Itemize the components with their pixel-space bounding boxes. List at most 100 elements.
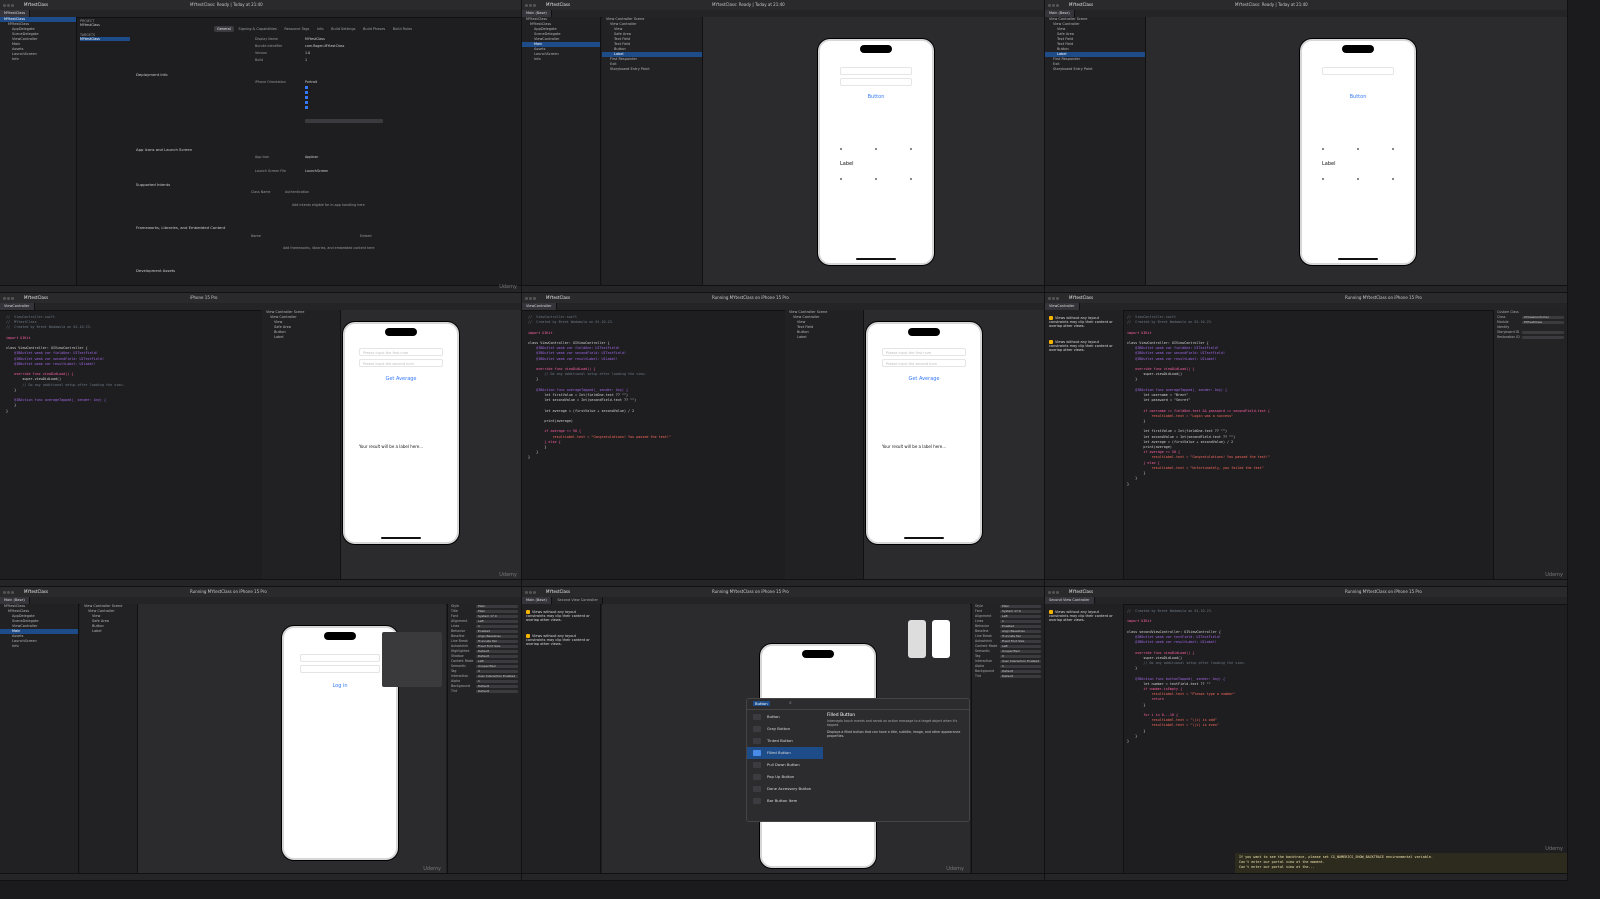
layout-warning[interactable]: Views without any layout constraints may… — [1049, 316, 1119, 328]
inspector-row[interactable]: Tint Default — [972, 674, 1044, 679]
resize-handle[interactable] — [1392, 178, 1394, 180]
outline-entry-point[interactable]: Storyboard Entry Point — [1045, 67, 1145, 72]
library-item-tinted-button[interactable]: Tinted Button — [747, 735, 823, 747]
launch-screen-field[interactable]: LaunchScreen — [305, 169, 328, 173]
app-icon-field[interactable]: AppIcon — [305, 155, 318, 159]
library-item-gray-button[interactable]: Gray Button — [747, 723, 823, 735]
resize-handle[interactable] — [1357, 148, 1359, 150]
storyboard-canvas[interactable]: Log in — [138, 604, 446, 874]
layout-warning[interactable]: Views without any layout constraints may… — [526, 634, 596, 646]
resize-handle[interactable] — [1357, 178, 1359, 180]
get-average-button[interactable]: Get Average — [868, 376, 980, 382]
window-controls[interactable] — [3, 296, 15, 302]
nav-item-info[interactable]: Info — [522, 57, 600, 62]
scene-thumbnail[interactable] — [932, 620, 950, 658]
display-name-field[interactable]: MYtestClass — [305, 37, 325, 41]
resize-handle[interactable] — [1392, 148, 1394, 150]
tab-main[interactable]: Main (Base) — [1045, 10, 1075, 17]
tab-resource-tags[interactable]: Resource Tags — [281, 26, 312, 32]
login-button[interactable]: Log in — [284, 683, 396, 689]
library-item-pull-down-button[interactable]: Pull Down Button — [747, 759, 823, 771]
nav-item-info[interactable]: Info — [0, 644, 78, 649]
iphone-scene[interactable]: Log in — [282, 626, 398, 860]
section-app-icons[interactable]: App Icons and Launch Screen — [136, 147, 192, 152]
username-field[interactable] — [300, 654, 380, 662]
window-controls[interactable] — [1048, 296, 1060, 302]
button[interactable]: Button — [1302, 94, 1414, 100]
resize-handle[interactable] — [840, 148, 842, 150]
code-editor[interactable]: // Created by Brent Wadamula on 01.10.23… — [1127, 609, 1245, 744]
iphone-scene[interactable]: Please input the first num Please input … — [343, 322, 459, 544]
text-field-1[interactable] — [1322, 67, 1394, 75]
window-controls[interactable] — [3, 590, 15, 596]
storyboard-canvas[interactable]: Button Label — [1146, 17, 1567, 286]
project-name[interactable]: MYtestClass — [80, 23, 130, 27]
library-search-input[interactable]: Button — [753, 701, 770, 706]
tab-build-settings[interactable]: Build Settings — [328, 26, 358, 32]
tab-main[interactable]: Main (Base) — [0, 597, 30, 604]
section-deployment-info[interactable]: Deployment Info — [136, 72, 168, 77]
outline-label[interactable]: Label — [80, 629, 137, 634]
window-controls[interactable] — [525, 3, 537, 9]
build-field[interactable]: 1 — [305, 58, 307, 62]
library-item-done-accessory[interactable]: Done Accessory Button — [747, 783, 823, 795]
first-number-field[interactable]: Please input the first num — [882, 348, 966, 356]
tab-main[interactable]: Main (Base) — [522, 10, 552, 17]
version-field[interactable]: 1.0 — [305, 51, 310, 55]
code-editor[interactable]: // ViewController.swift // Created by Br… — [528, 315, 671, 461]
resize-handle[interactable] — [1322, 148, 1324, 150]
resize-handle[interactable] — [875, 178, 877, 180]
password-field[interactable] — [300, 665, 380, 673]
floating-panel[interactable] — [382, 632, 442, 687]
window-controls[interactable] — [3, 3, 15, 9]
outline-label[interactable]: Label — [262, 335, 340, 340]
section-supported-intents[interactable]: Supported Intents — [136, 182, 170, 187]
tab-general[interactable]: General — [214, 26, 234, 32]
storyboard-canvas[interactable]: Button Label — [703, 17, 1044, 286]
library-item-pop-up-button[interactable]: Pop Up Button — [747, 771, 823, 783]
resize-handle[interactable] — [875, 148, 877, 150]
library-item-button[interactable]: Button — [747, 711, 823, 723]
status-bar-style-select[interactable] — [305, 119, 383, 123]
text-field-1[interactable] — [840, 67, 912, 75]
outline-entry-point[interactable]: Storyboard Entry Point — [602, 67, 702, 72]
code-editor[interactable]: // ViewController.swift // MYtestClass /… — [6, 315, 124, 414]
second-number-field[interactable]: Please input the second num — [359, 359, 443, 367]
outline-label[interactable]: Label — [785, 335, 863, 340]
object-library-popup[interactable]: Button ⌕ Button Gray Button Tinted Butto… — [746, 698, 970, 822]
layout-warning[interactable]: Views without any layout constraints may… — [1049, 340, 1119, 352]
section-frameworks[interactable]: Frameworks, Libraries, and Embedded Cont… — [136, 225, 225, 230]
bundle-id-field[interactable]: com.Rogen.MYtestClass — [305, 44, 344, 48]
tab-viewcontroller[interactable]: ViewController — [1045, 303, 1080, 310]
layout-warning[interactable]: Views without any layout constraints may… — [526, 610, 596, 622]
library-item-filled-button[interactable]: Filled Button — [747, 747, 823, 759]
window-controls[interactable] — [525, 590, 537, 596]
window-controls[interactable] — [525, 296, 537, 302]
result-label[interactable]: Your result will be a label here... — [359, 444, 423, 449]
resize-handle[interactable] — [910, 148, 912, 150]
storyboard-canvas[interactable]: Please input the first num Please input … — [341, 310, 521, 580]
iphone-scene[interactable]: Button Label — [818, 39, 934, 265]
tab-second-vc[interactable]: Second View Controller — [553, 597, 603, 604]
label[interactable]: Label — [840, 161, 854, 167]
scene-thumbnail[interactable] — [908, 620, 926, 658]
label[interactable]: Label — [1322, 161, 1336, 167]
tab-viewcontroller[interactable]: ViewController — [0, 303, 35, 310]
tab-build-rules[interactable]: Build Rules — [390, 26, 415, 32]
window-controls[interactable] — [1048, 3, 1060, 9]
get-average-button[interactable]: Get Average — [345, 376, 457, 382]
target-name[interactable]: MYtestClass — [80, 37, 130, 41]
inspector-row[interactable]: Restoration ID — [1494, 335, 1567, 340]
resize-handle[interactable] — [840, 178, 842, 180]
storyboard-canvas[interactable]: Please input the first num Please input … — [864, 310, 1044, 580]
tab-project[interactable]: MYtestClass — [0, 10, 31, 17]
tab-info[interactable]: Info — [314, 26, 327, 32]
layout-warning[interactable]: Views without any layout constraints may… — [1049, 610, 1119, 622]
tab-second-vc[interactable]: Second View Controller — [1045, 597, 1095, 604]
library-search-bar[interactable]: Button ⌕ — [747, 699, 969, 710]
iphone-scene[interactable]: Button Label — [1300, 39, 1416, 265]
result-label[interactable]: Your result will be a label here... — [882, 444, 946, 449]
section-development-assets[interactable]: Development Assets — [136, 268, 175, 273]
library-item-bar-button-item[interactable]: Bar Button Item — [747, 795, 823, 807]
nav-item-info[interactable]: Info — [0, 57, 76, 62]
